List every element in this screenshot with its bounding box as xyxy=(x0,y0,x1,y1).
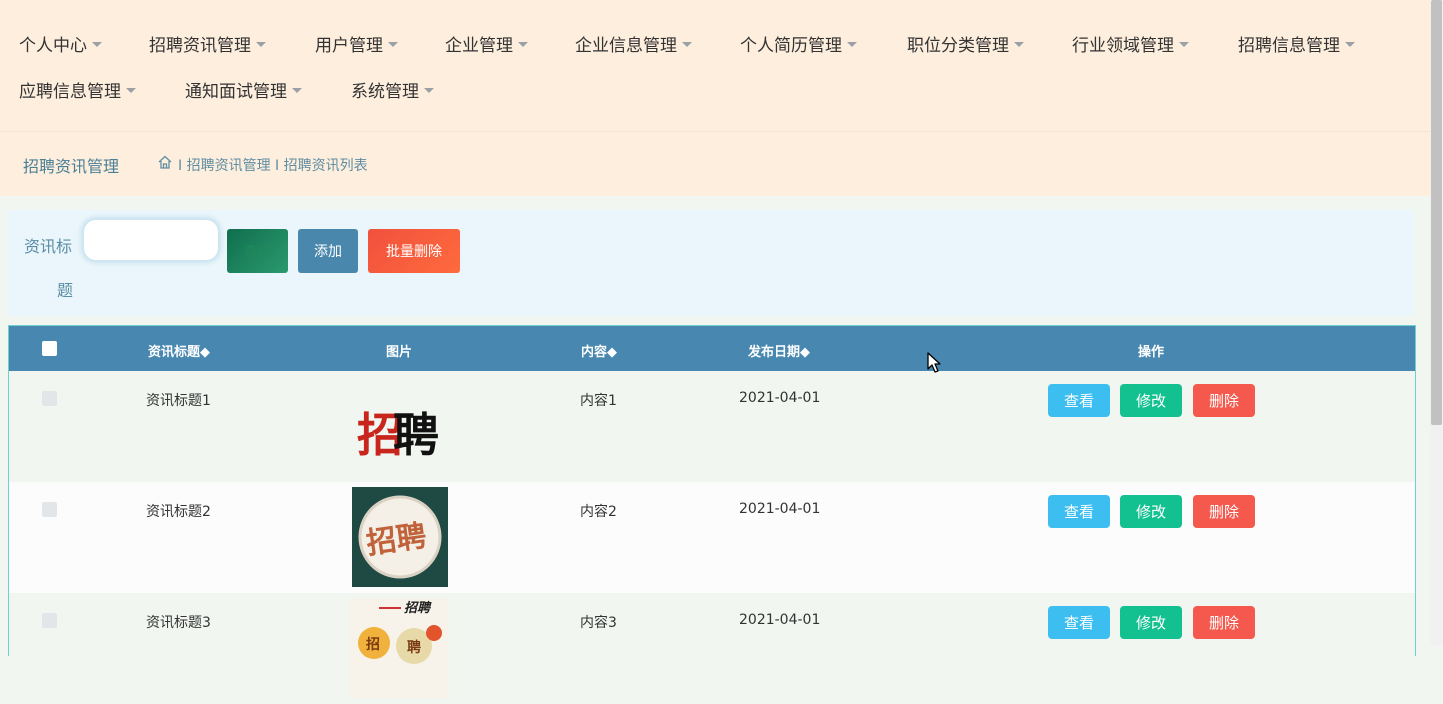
home-icon[interactable] xyxy=(157,154,173,170)
row-date: 2021-04-01 xyxy=(739,501,821,517)
search-button[interactable]: 查询 xyxy=(227,229,288,273)
nav-system-management[interactable]: 系统管理 xyxy=(351,77,434,102)
nav-application-management[interactable]: 应聘信息管理 xyxy=(19,77,136,102)
view-button[interactable]: 查看 xyxy=(1048,495,1110,528)
row-checkbox[interactable] xyxy=(42,502,57,517)
recruit-image-2: 招聘 xyxy=(352,487,448,587)
edit-button[interactable]: 修改 xyxy=(1120,384,1182,417)
search-label-cont: 题 xyxy=(57,281,74,300)
row-image: 招聘 xyxy=(352,487,448,587)
select-all-checkbox[interactable] xyxy=(42,341,57,356)
caret-down-icon xyxy=(1179,42,1189,47)
row-checkbox[interactable] xyxy=(42,613,57,628)
caret-down-icon xyxy=(256,42,266,47)
svg-text:招: 招 xyxy=(366,636,380,653)
add-button[interactable]: 添加 xyxy=(298,229,358,273)
row-title: 资讯标题3 xyxy=(146,615,211,631)
title-search-input[interactable] xyxy=(82,218,220,262)
caret-down-icon xyxy=(126,88,136,93)
row-content: 内容1 xyxy=(580,393,617,409)
edit-button[interactable]: 修改 xyxy=(1120,606,1182,639)
nav-recruit-news-management[interactable]: 招聘资讯管理 xyxy=(149,31,266,56)
nav-company-info-management[interactable]: 企业信息管理 xyxy=(575,31,692,56)
page-title: 招聘资讯管理 xyxy=(23,157,120,176)
batch-delete-button[interactable]: 批量删除 xyxy=(368,229,460,273)
delete-button[interactable]: 删除 xyxy=(1193,495,1255,528)
row-checkbox[interactable] xyxy=(42,391,57,406)
nav-job-category-management[interactable]: 职位分类管理 xyxy=(907,31,1024,56)
column-title[interactable]: 资讯标题◆ xyxy=(148,341,210,360)
column-content[interactable]: 内容◆ xyxy=(581,341,617,360)
row-content: 内容3 xyxy=(580,615,617,631)
recruit-image-1: 招 聘 xyxy=(349,376,449,476)
edit-button[interactable]: 修改 xyxy=(1120,495,1182,528)
svg-text:聘: 聘 xyxy=(407,639,421,656)
svg-text:招聘: 招聘 xyxy=(404,600,432,616)
row-image: 招聘 招 聘 xyxy=(349,598,449,698)
nav-resume-management[interactable]: 个人简历管理 xyxy=(740,31,857,56)
row-title: 资讯标题2 xyxy=(146,504,211,520)
table-row: 资讯标题3 招聘 招 聘 内容3 2021-04-01 查看 修改 删除 xyxy=(9,593,1415,704)
delete-button[interactable]: 删除 xyxy=(1193,384,1255,417)
page-scrollbar[interactable] xyxy=(1430,0,1443,646)
recruit-image-3: 招聘 招 聘 xyxy=(349,598,449,698)
column-actions: 操作 xyxy=(1138,345,1165,360)
mouse-cursor-icon xyxy=(927,352,941,373)
caret-down-icon xyxy=(1014,42,1024,47)
nav-recruit-info-management[interactable]: 招聘信息管理 xyxy=(1238,31,1355,56)
caret-down-icon xyxy=(847,42,857,47)
nav-personal-center[interactable]: 个人中心 xyxy=(19,31,102,56)
caret-down-icon xyxy=(1345,42,1355,47)
caret-down-icon xyxy=(292,88,302,93)
nav-user-management[interactable]: 用户管理 xyxy=(315,31,398,56)
news-table: 资讯标题◆ 图片 内容◆ 发布日期◆ 操作 资讯标题1 招 聘 内容1 2021… xyxy=(8,325,1416,704)
caret-down-icon xyxy=(388,42,398,47)
view-button[interactable]: 查看 xyxy=(1048,384,1110,417)
top-navigation: 个人中心 招聘资讯管理 用户管理 企业管理 企业信息管理 个人简历管理 职位分类… xyxy=(0,0,1430,132)
breadcrumb: I 招聘资讯管理 I 招聘资讯列表 xyxy=(178,158,368,174)
nav-industry-management[interactable]: 行业领域管理 xyxy=(1072,31,1189,56)
caret-down-icon xyxy=(518,42,528,47)
caret-down-icon xyxy=(92,42,102,47)
table-header: 资讯标题◆ 图片 内容◆ 发布日期◆ 操作 xyxy=(9,326,1415,371)
nav-company-management[interactable]: 企业管理 xyxy=(445,31,528,56)
table-row: 资讯标题1 招 聘 内容1 2021-04-01 查看 修改 删除 xyxy=(9,371,1415,482)
view-button[interactable]: 查看 xyxy=(1048,606,1110,639)
table-row: 资讯标题2 招聘 内容2 2021-04-01 查看 修改 删除 xyxy=(9,482,1415,593)
delete-button[interactable]: 删除 xyxy=(1193,606,1255,639)
row-image: 招 聘 xyxy=(349,376,449,476)
scrollbar-thumb[interactable] xyxy=(1431,0,1442,425)
column-date[interactable]: 发布日期◆ xyxy=(748,341,810,360)
row-date: 2021-04-01 xyxy=(739,612,821,628)
nav-interview-notice-management[interactable]: 通知面试管理 xyxy=(185,77,302,102)
caret-down-icon xyxy=(424,88,434,93)
column-image: 图片 xyxy=(386,345,413,360)
search-label: 资讯标 xyxy=(24,237,73,256)
svg-text:聘: 聘 xyxy=(393,408,439,462)
row-title: 资讯标题1 xyxy=(146,393,211,409)
row-content: 内容2 xyxy=(580,504,617,520)
caret-down-icon xyxy=(682,42,692,47)
row-date: 2021-04-01 xyxy=(739,390,821,406)
